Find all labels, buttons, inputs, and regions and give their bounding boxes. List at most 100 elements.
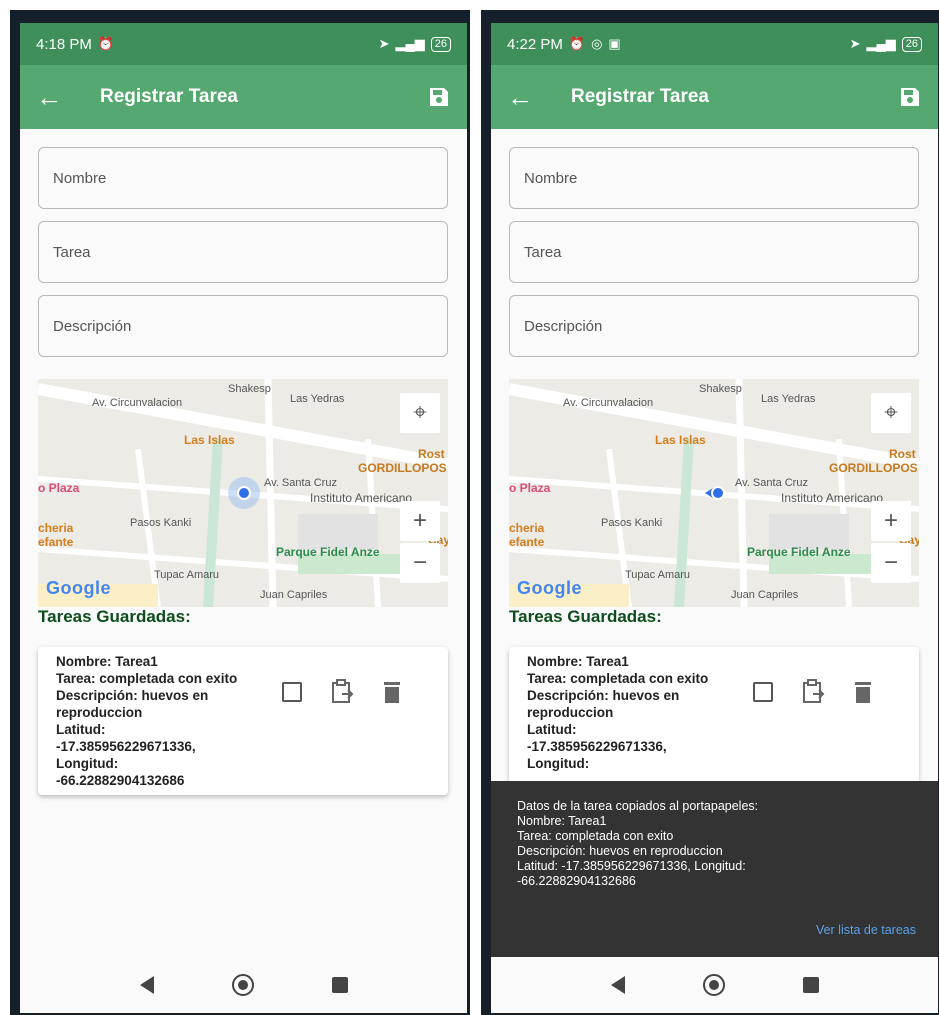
task-line: Descripción: huevos en [527,688,680,703]
nav-recent-icon[interactable] [802,977,819,993]
google-logo: Google [517,578,582,598]
signal-icon: ▂▄▆ [866,36,896,51]
battery-icon: 26 [901,36,922,52]
street-label: Av. Santa Cruz [735,477,808,489]
street-label: Av. Santa Cruz [264,477,337,489]
poi-label: cheria [38,521,74,535]
poi-label: Rost [889,447,916,461]
street-label: Pasos Kanki [601,517,663,529]
street-label: Las Yedras [290,393,345,405]
zoom-in-button[interactable]: + [871,501,911,541]
arrow-left-icon[interactable]: ← [507,82,547,113]
status-time: 4:22 PM [507,35,563,53]
poi-label: GORDILLOPOS [358,461,447,475]
task-actions [282,679,402,705]
zoom-out-button[interactable]: − [871,543,911,583]
comparison-frame: 4:18 PM ⏰ ➤ ▂▄▆ 26 ← Registrar Tarea Nom… [0,0,939,1015]
my-location-button[interactable]: ⌖ [400,393,440,433]
task-line: reproduccion [527,705,614,720]
app-bar: ← Registrar Tarea [20,65,467,129]
section-title: Tareas Guardadas: [38,607,191,626]
arrow-left-icon[interactable]: ← [36,82,76,113]
task-line: Nombre: Tarea1 [56,654,158,669]
poi-label: efante [509,535,545,549]
location-icon: ➤ [849,36,861,51]
nombre-field[interactable]: Nombre [38,147,448,209]
save-icon[interactable] [898,85,922,109]
system-nav-bar [20,957,467,1013]
location-icon: ➤ [378,36,390,51]
nav-home-icon[interactable] [702,974,725,996]
system-nav-bar [491,957,938,1013]
task-line: Longitud: [527,756,590,771]
signal-icon: ▂▄▆ [395,36,425,51]
zoom-in-button[interactable]: + [400,501,440,541]
poi-label: Instituto Americano [310,491,413,505]
battery-icon: 26 [430,36,451,52]
nav-back-icon[interactable] [139,976,154,994]
task-line: Descripción: huevos en [56,688,209,703]
screen-left: 4:18 PM ⏰ ➤ ▂▄▆ 26 ← Registrar Tarea Nom… [20,23,467,1013]
nav-back-icon[interactable] [610,976,625,994]
teams-icon: ▣ [608,36,621,51]
poi-label: o Plaza [509,481,551,495]
phone-left: 4:18 PM ⏰ ➤ ▂▄▆ 26 ← Registrar Tarea Nom… [10,10,470,1015]
snackbar: Datos de la tarea copiados al portapapel… [491,781,938,957]
copy-clipboard-icon[interactable] [330,679,354,705]
app-bar: ← Registrar Tarea [491,65,938,129]
map-view[interactable]: Av. Circunvalacion Shakesp Las Yedras Av… [38,379,448,607]
nav-recent-icon[interactable] [331,977,348,993]
phone-right: 4:22 PM ⏰ ◎ ▣ ➤ ▂▄▆ 26 ← Registrar Tarea… [481,10,939,1015]
page-title: Registrar Tarea [571,86,709,107]
street-label: Tupac Amaru [154,569,220,581]
descripcion-field[interactable]: Descripción [509,295,919,357]
task-details: Nombre: Tarea1 Tarea: completada con exi… [56,653,256,789]
complete-checkbox[interactable] [753,682,773,702]
delete-icon[interactable] [382,680,402,704]
my-location-button[interactable]: ⌖ [871,393,911,433]
poi-label: efante [38,535,74,549]
zoom-out-button[interactable]: − [400,543,440,583]
complete-checkbox[interactable] [282,682,302,702]
status-time: 4:18 PM [36,35,92,53]
street-label: Av. Circunvalacion [92,397,183,409]
street-label: Shakesp [228,383,271,395]
street-label: Av. Circunvalacion [563,397,654,409]
task-line: reproduccion [56,705,143,720]
section-title: Tareas Guardadas: [509,607,662,626]
my-location-marker [228,477,260,509]
poi-label: Las Islas [655,433,706,447]
notification-icon: ◎ [591,36,603,51]
task-line: -17.385956229671336, [56,739,196,754]
page-title: Registrar Tarea [100,86,238,107]
poi-label: Rost [418,447,445,461]
task-details: Nombre: Tarea1 Tarea: completada con exi… [527,653,727,772]
tarea-field[interactable]: Tarea [38,221,448,283]
map-view[interactable]: Av. Circunvalacion Shakesp Las Yedras Av… [509,379,919,607]
snackbar-action-button[interactable]: Ver lista de tareas [816,923,916,937]
task-line: Longitud: [56,756,119,771]
nav-home-icon[interactable] [231,974,254,996]
task-line: Latitud: [527,722,577,737]
task-card: Nombre: Tarea1 Tarea: completada con exi… [509,647,919,795]
save-icon[interactable] [427,85,451,109]
poi-label: Las Islas [184,433,235,447]
nombre-field[interactable]: Nombre [509,147,919,209]
descripcion-field[interactable]: Descripción [38,295,448,357]
tarea-field[interactable]: Tarea [509,221,919,283]
poi-label: cheria [509,521,545,535]
task-line: Tarea: completada con exito [56,671,238,686]
poi-label: Parque Fidel Anze [276,545,380,559]
google-logo: Google [46,578,111,598]
my-location-marker [705,486,725,500]
task-line: -17.385956229671336, [527,739,667,754]
poi-label: Parque Fidel Anze [747,545,851,559]
status-bar: 4:18 PM ⏰ ➤ ▂▄▆ 26 [20,23,467,65]
street-label: Las Yedras [761,393,816,405]
street-label: Shakesp [699,383,742,395]
delete-icon[interactable] [853,680,873,704]
copy-clipboard-icon[interactable] [801,679,825,705]
task-line: Nombre: Tarea1 [527,654,629,669]
street-label: Juan Capriles [731,589,799,601]
task-line: Latitud: [56,722,106,737]
